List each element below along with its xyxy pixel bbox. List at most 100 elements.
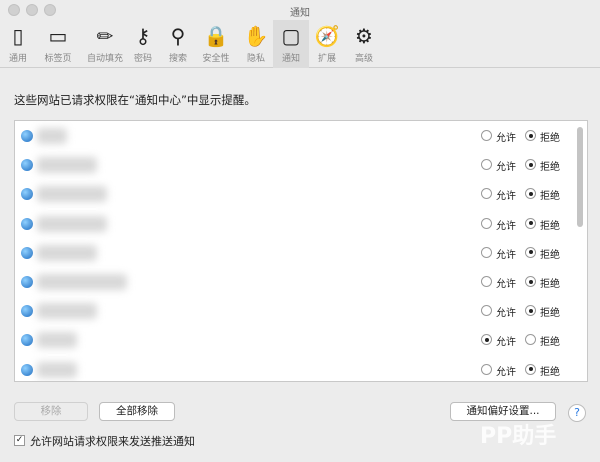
- globe-icon: [21, 217, 33, 230]
- site-name-redacted: [37, 128, 67, 144]
- deny-label: 拒绝: [540, 279, 560, 290]
- allow-label: 允许: [496, 308, 516, 320]
- deny-radio[interactable]: [525, 276, 536, 287]
- globe-icon: [21, 334, 33, 347]
- toolbar-tab-label: 安全性: [202, 54, 230, 64]
- gear-icon: ⚙: [355, 24, 373, 48]
- site-row: 允许 拒绝: [15, 180, 587, 209]
- site-row: 允许 拒绝: [15, 356, 587, 381]
- pencil-icon: ✏: [96, 24, 114, 48]
- deny-label: 拒绝: [540, 220, 560, 232]
- toolbar-tab-label: 通用: [8, 54, 27, 64]
- site-row: 允许 拒绝: [15, 239, 587, 268]
- allow-label: 允许: [496, 279, 516, 290]
- allow-radio[interactable]: [481, 246, 492, 258]
- deny-label: 拒绝: [540, 133, 560, 144]
- allow-push-checkbox[interactable]: ✓: [14, 435, 25, 446]
- allow-label: 允许: [496, 366, 516, 378]
- toolbar-tab-7[interactable]: ▢ 通知: [273, 20, 309, 68]
- toolbar-tab-3[interactable]: ⚷ 密码: [125, 20, 161, 68]
- watermark: PP助手: [480, 424, 557, 449]
- site-name-redacted: [37, 244, 97, 261]
- toolbar-tab-label: 标签页: [44, 54, 72, 64]
- deny-radio[interactable]: [525, 159, 536, 171]
- toolbar-tab-2[interactable]: ✏ 自动填充: [84, 20, 126, 68]
- site-name-redacted: [37, 303, 97, 320]
- allow-radio[interactable]: [481, 276, 492, 287]
- deny-label: 拒绝: [540, 162, 560, 174]
- deny-label: 拒绝: [540, 191, 560, 203]
- site-name-redacted: [37, 157, 97, 174]
- site-row: 允许 拒绝: [15, 297, 587, 326]
- toolbar-tab-6[interactable]: ✋ 隐私: [238, 20, 274, 68]
- toolbar-tab-label: 通知: [281, 54, 300, 64]
- site-row: 允许 拒绝: [15, 326, 587, 355]
- toolbar-tab-5[interactable]: 🔒 安全性: [198, 20, 234, 68]
- toolbar-tab-label: 扩展: [317, 54, 336, 64]
- window-title: 通知: [290, 8, 310, 19]
- deny-radio[interactable]: [525, 305, 536, 317]
- toolbar-tab-8[interactable]: 🧭 扩展: [309, 20, 345, 68]
- allow-push-label: 允许网站请求权限来发送推送通知: [30, 435, 195, 448]
- allow-radio[interactable]: [481, 363, 492, 375]
- deny-label: 拒绝: [540, 249, 560, 261]
- site-name-redacted: [37, 332, 77, 349]
- globe-icon: [21, 363, 33, 376]
- site-name-redacted: [37, 274, 127, 290]
- allow-label: 允许: [496, 337, 516, 349]
- deny-radio[interactable]: [525, 188, 536, 200]
- toolbar-tab-label: 自动填充: [86, 54, 123, 64]
- site-row: 允许 拒绝: [15, 268, 587, 297]
- site-name-redacted: [37, 215, 107, 232]
- deny-radio[interactable]: [525, 246, 536, 258]
- toolbar-tab-label: 密码: [133, 54, 152, 64]
- globe-icon: [21, 159, 33, 172]
- toolbar-tab-4[interactable]: ⚲ 搜索: [160, 20, 196, 68]
- toolbar-tab-label: 隐私: [246, 54, 265, 64]
- site-row: 允许 拒绝: [15, 151, 587, 180]
- deny-radio[interactable]: [525, 334, 536, 346]
- site-name-redacted: [37, 186, 107, 203]
- toolbar: ▯ 通用 ▭ 标签页 ✏ 自动填充 ⚷ 密码 ⚲ 搜索 🔒 安全性 ✋ 隐私 ▢ 通知 🧭 扩展 ⚙ 高级: [0, 20, 600, 68]
- toolbar-tab-label: 搜索: [168, 54, 187, 64]
- deny-radio[interactable]: [525, 130, 536, 141]
- heading: 这些网站已请求权限在“通知中心”中显示提醒。: [14, 93, 256, 107]
- deny-radio[interactable]: [525, 363, 536, 375]
- key-icon: ⚷: [135, 24, 151, 48]
- allow-label: 允许: [496, 249, 516, 261]
- help-button[interactable]: ?: [568, 404, 586, 422]
- allow-radio[interactable]: [481, 130, 492, 141]
- remove-button[interactable]: 移除: [14, 402, 88, 421]
- allow-label: 允许: [496, 220, 516, 232]
- allow-label: 允许: [496, 133, 516, 144]
- lock-icon: 🔒: [203, 24, 229, 48]
- remove-all-button[interactable]: 全部移除: [99, 402, 175, 421]
- site-list: 允许 拒绝 允许 拒绝 允许 拒绝 允许 拒绝 允许 拒绝 允许 拒绝 允许 拒…: [14, 120, 588, 382]
- globe-icon: [21, 188, 33, 201]
- tabs-icon: ▭: [48, 24, 68, 48]
- notification-icon: ▢: [281, 24, 301, 48]
- toolbar-tab-0[interactable]: ▯ 通用: [0, 20, 36, 68]
- site-row: 允许 拒绝: [15, 122, 587, 151]
- search-icon: ⚲: [170, 24, 186, 48]
- globe-icon: [21, 305, 33, 318]
- switch-icon: ▯: [12, 24, 24, 48]
- toolbar-tab-label: 高级: [354, 54, 373, 64]
- globe-icon: [21, 130, 33, 142]
- allow-label: 允许: [496, 162, 516, 174]
- site-name-redacted: [37, 361, 77, 378]
- extension-icon: 🧭: [314, 24, 340, 48]
- deny-radio[interactable]: [525, 217, 536, 229]
- allow-radio[interactable]: [481, 217, 492, 229]
- toolbar-tab-1[interactable]: ▭ 标签页: [40, 20, 76, 68]
- site-row: 允许 拒绝: [15, 210, 587, 239]
- deny-label: 拒绝: [540, 366, 560, 378]
- hand-icon: ✋: [243, 24, 269, 48]
- toolbar-tab-9[interactable]: ⚙ 高级: [346, 20, 382, 68]
- allow-radio[interactable]: [481, 159, 492, 171]
- deny-label: 拒绝: [540, 308, 560, 320]
- allow-radio[interactable]: [481, 188, 492, 200]
- allow-radio[interactable]: [481, 334, 492, 346]
- allow-radio[interactable]: [481, 305, 492, 317]
- title-bar: 通知: [0, 0, 600, 20]
